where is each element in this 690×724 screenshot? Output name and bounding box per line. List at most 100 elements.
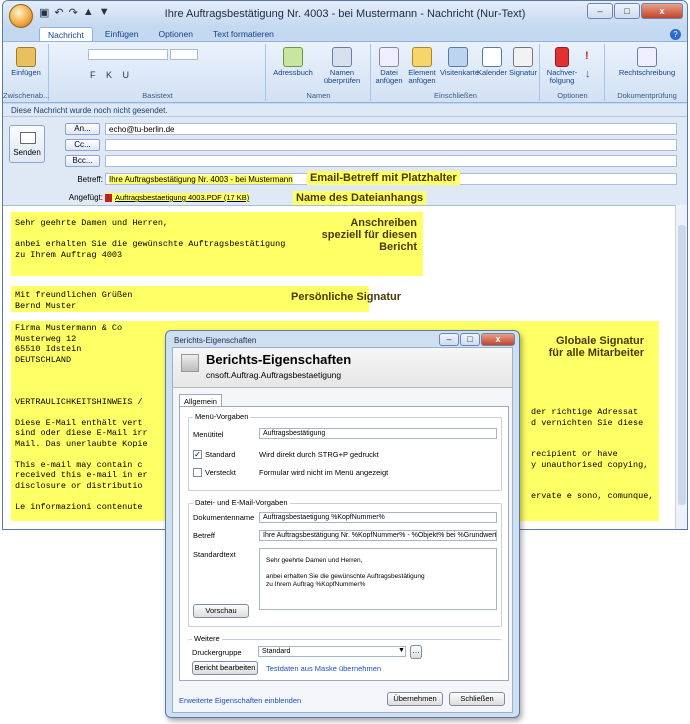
annotation-filename: Name des Dateianhangs: [293, 191, 427, 205]
dialog-close-button[interactable]: x: [481, 333, 515, 346]
document-name-label: Dokumentenname: [193, 513, 255, 522]
dialog-title: Berichts-Eigenschaften: [174, 336, 257, 345]
scrollbar-thumb[interactable]: [678, 225, 686, 505]
importance-high-icon[interactable]: !: [585, 50, 589, 62]
spelling-label: Rechtschreibung: [618, 68, 676, 77]
attach-item-button[interactable]: Element anfügen: [405, 47, 439, 85]
body-company-text: Firma Mustermann & Co Musterweg 12 65510…: [15, 323, 148, 512]
attach-file-button[interactable]: Datei anfügen: [374, 47, 404, 85]
chevron-down-icon[interactable]: ▼: [398, 647, 405, 654]
format-buttons[interactable]: F K U: [90, 70, 133, 80]
group-label-clipboard: Zwischenab...: [3, 91, 50, 100]
group-basic-text: F K U Basistext: [50, 44, 266, 101]
to-button[interactable]: An...: [65, 123, 100, 135]
annotation-global-signature: Globale Signatur für alle Mitarbeiter: [548, 335, 644, 359]
hidden-description: Formular wird nicht im Menü angezeigt: [259, 468, 389, 477]
cc-field[interactable]: [105, 139, 677, 151]
subject-label: Betreff:: [77, 175, 103, 184]
further-group-label: Weitere: [192, 634, 222, 643]
test-data-link[interactable]: Testdaten aus Maske übernehmen: [266, 664, 381, 673]
follow-up-button[interactable]: Nachver-folgung: [543, 47, 581, 85]
paste-icon: [16, 47, 36, 67]
help-icon[interactable]: ?: [670, 29, 681, 40]
info-bar: Diese Nachricht wurde noch nicht gesende…: [3, 104, 687, 117]
tab-optionen[interactable]: Optionen: [150, 27, 201, 42]
paste-button[interactable]: Einfügen: [7, 47, 45, 77]
dialog-maximize-button[interactable]: □: [460, 333, 480, 346]
bcc-button[interactable]: Bcc...: [65, 155, 100, 167]
printer-group-select[interactable]: Standard: [258, 646, 406, 657]
address-book-label: Adressbuch: [273, 68, 313, 77]
tab-nachricht[interactable]: Nachricht: [39, 27, 93, 42]
report-icon: [181, 354, 199, 372]
calendar-button[interactable]: Kalender: [476, 47, 508, 77]
close-dialog-button[interactable]: Schließen: [449, 692, 505, 706]
default-text-area[interactable]: Sehr geehrte Damen und Herren, anbei erh…: [259, 548, 497, 610]
attachment-link[interactable]: Auftragsbestaetigung 4003.PDF (17 KB): [105, 193, 250, 203]
dialog-header: Berichts-Eigenschaften cnsoft.Auftrag.Au…: [173, 348, 512, 388]
group-label-basistext: Basistext: [142, 91, 173, 100]
body-signature-text: Mit freundlichen Grüßen Bernd Muster: [15, 290, 133, 311]
dialog-subheading: cnsoft.Auftrag.Auftragsbestaetigung: [206, 370, 342, 380]
font-name-select[interactable]: [88, 49, 168, 60]
tab-einfuegen[interactable]: Einfügen: [97, 27, 147, 42]
document-name-input[interactable]: Auftragsbestaetigung %KopfNummer%: [259, 512, 497, 523]
attached-label: Angefügt:: [68, 193, 103, 202]
subject-label-dialog: Betreff: [193, 531, 215, 540]
envelope-icon: [412, 47, 432, 67]
group-label-namen: Namen: [306, 91, 331, 100]
subject-input-dialog[interactable]: Ihre Auftragsbestätigung Nr. %KopfNummer…: [259, 530, 497, 541]
paperclip-icon: [379, 47, 399, 67]
importance-low-icon[interactable]: ↓: [585, 68, 591, 80]
apply-button[interactable]: Übernehmen: [387, 692, 443, 706]
to-field[interactable]: echo@tu-berlin.de: [105, 123, 677, 135]
check-names-label: Namen überprüfen: [323, 68, 361, 85]
spelling-button[interactable]: Rechtschreibung: [610, 47, 684, 77]
flag-icon: [555, 47, 569, 67]
signature-label: Signatur: [509, 68, 537, 77]
dialog-heading: Berichts-Eigenschaften: [206, 352, 352, 367]
menu-group-label: Menü-Vorgaben: [193, 412, 251, 421]
signature-icon: [513, 47, 533, 67]
minimize-button[interactable]: –: [587, 3, 613, 19]
report-properties-dialog: Berichts-Eigenschaften – □ x Berichts-Ei…: [165, 330, 520, 718]
file-group-label: Datei- und E-Mail-Vorgaben: [193, 498, 290, 507]
further-settings-group: Weitere Druckergruppe Standard ▼ …: [188, 634, 502, 659]
maximize-button[interactable]: □: [614, 3, 640, 19]
tab-text-formatieren[interactable]: Text formatieren: [205, 27, 282, 42]
spelling-icon: [637, 47, 657, 67]
printer-group-label: Druckergruppe: [192, 648, 242, 657]
window-title: Ihre Auftragsbestätigung Nr. 4003 - bei …: [164, 8, 526, 20]
dialog-content: Berichts-Eigenschaften cnsoft.Auftrag.Au…: [172, 347, 513, 713]
follow-up-label: Nachver-folgung: [546, 68, 578, 85]
business-card-icon: [448, 47, 468, 67]
browse-button[interactable]: …: [410, 645, 422, 659]
standard-checkbox[interactable]: ✓: [193, 450, 202, 459]
body-letter-text: Sehr geehrte Damen und Herren, anbei erh…: [15, 218, 286, 260]
advanced-properties-link[interactable]: Erweiterte Eigenschaften einblenden: [179, 696, 301, 705]
menu-title-input[interactable]: Auftragsbestätigung: [259, 428, 497, 439]
attach-item-label: Element anfügen: [408, 68, 436, 85]
preview-button[interactable]: Vorschau: [193, 604, 249, 618]
send-button[interactable]: Senden: [9, 125, 45, 163]
dialog-minimize-button[interactable]: –: [439, 333, 459, 346]
business-card-button[interactable]: Visitenkarte: [440, 47, 479, 77]
bcc-field[interactable]: [105, 155, 677, 167]
hidden-checkbox[interactable]: [193, 468, 202, 477]
font-size-select[interactable]: [170, 49, 198, 60]
standard-description: Wird direkt durch STRG+P gedruckt: [259, 450, 379, 459]
close-button[interactable]: x: [641, 3, 683, 19]
signature-button[interactable]: Signatur: [508, 47, 538, 77]
address-book-button[interactable]: Adressbuch: [271, 47, 315, 77]
send-label: Senden: [13, 148, 41, 157]
edit-report-button[interactable]: Bericht bearbeiten: [192, 661, 258, 675]
cc-button[interactable]: Cc...: [65, 139, 100, 151]
check-names-button[interactable]: Namen überprüfen: [317, 47, 367, 85]
subject-value: Ihre Auftragsbestätigung Nr. 4003 - bei …: [109, 175, 293, 184]
send-icon: [20, 132, 36, 144]
group-names: Adressbuch Namen überprüfen Namen: [267, 44, 371, 101]
ribbon-tabs: Nachricht Einfügen Optionen Text formati…: [39, 27, 282, 42]
group-options: Nachver-folgung ! ↓ Optionen: [541, 44, 605, 101]
standard-label: Standard: [205, 450, 236, 459]
body-scrollbar[interactable]: [675, 205, 687, 529]
